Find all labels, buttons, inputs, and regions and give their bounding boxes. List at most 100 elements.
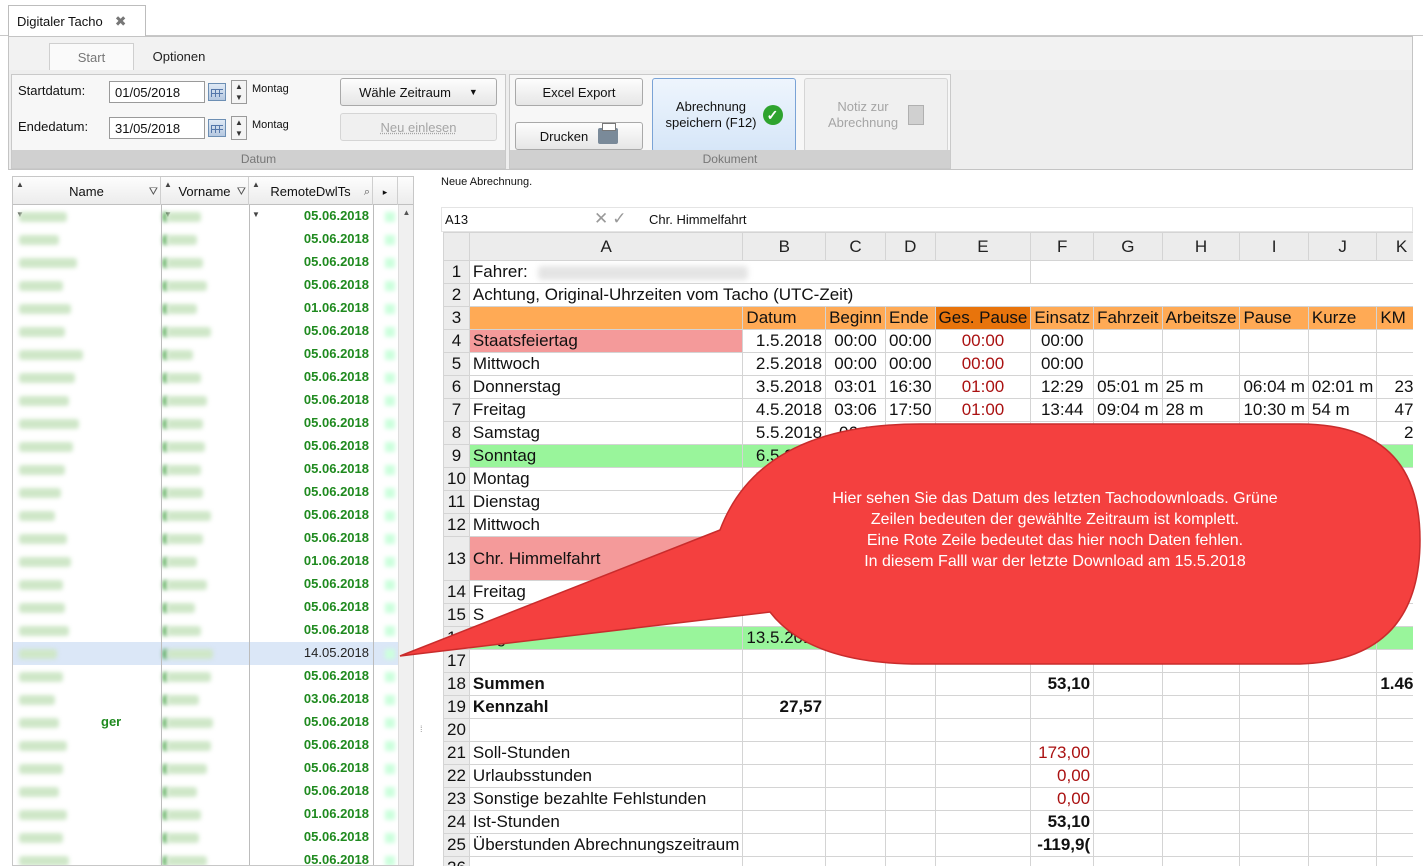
- cell[interactable]: [742, 764, 827, 788]
- cell[interactable]: [1093, 787, 1163, 811]
- choose-range-button[interactable]: Wähle Zeitraum ▼: [340, 78, 497, 106]
- cell[interactable]: [1030, 856, 1095, 866]
- cell[interactable]: Einsatz: [1030, 306, 1095, 330]
- cell[interactable]: Chr. Himmelfahrt: [468, 536, 744, 581]
- cell[interactable]: Ist-Stunden: [468, 810, 744, 834]
- row-header[interactable]: 15: [443, 603, 470, 627]
- list-item[interactable]: 05.06.2018: [13, 205, 413, 228]
- column-header-name[interactable]: ▲▼ Name ⛛: [13, 177, 161, 219]
- cell[interactable]: [1161, 603, 1241, 627]
- cell[interactable]: [825, 741, 886, 765]
- column-header-vorname[interactable]: ▲▼ Vorname ⛛: [161, 177, 249, 219]
- row-header[interactable]: 12: [443, 513, 470, 537]
- cell[interactable]: 00:00: [825, 352, 886, 376]
- cell[interactable]: [742, 580, 827, 604]
- cell[interactable]: [1093, 695, 1163, 719]
- cell[interactable]: 0: [1376, 352, 1413, 376]
- column-header[interactable]: H: [1161, 232, 1241, 261]
- cell[interactable]: [1307, 421, 1378, 445]
- cell[interactable]: [885, 856, 936, 866]
- cell[interactable]: 00:00: [934, 352, 1032, 376]
- cell[interactable]: [1161, 444, 1241, 468]
- cell[interactable]: Fahrzeit: [1093, 306, 1163, 330]
- cell[interactable]: Sonstige bezahlte Fehlstunden: [468, 787, 744, 811]
- cell[interactable]: [1030, 444, 1095, 468]
- row-header[interactable]: 13: [443, 536, 470, 581]
- cell[interactable]: [1307, 764, 1378, 788]
- column-header[interactable]: C: [825, 232, 886, 261]
- cell[interactable]: [1161, 329, 1241, 353]
- cell[interactable]: 01:00: [934, 375, 1032, 399]
- cell[interactable]: 25 m: [1161, 375, 1241, 399]
- row-header[interactable]: 16: [443, 626, 470, 650]
- cell[interactable]: Urlaubsstunden: [468, 764, 744, 788]
- cell[interactable]: 05:01 m: [1093, 375, 1163, 399]
- cell[interactable]: [468, 306, 744, 330]
- cell[interactable]: [1307, 672, 1378, 696]
- cell[interactable]: [825, 787, 886, 811]
- cell[interactable]: [1093, 580, 1163, 604]
- cell[interactable]: [1307, 718, 1378, 742]
- row-header[interactable]: 19: [443, 695, 470, 719]
- calendar-icon[interactable]: [208, 83, 226, 101]
- cell[interactable]: 1.5.2018: [742, 329, 827, 353]
- cell[interactable]: [825, 649, 886, 673]
- cell[interactable]: [1093, 672, 1163, 696]
- cell[interactable]: ntag: [468, 626, 744, 650]
- cell[interactable]: [1307, 787, 1378, 811]
- list-item[interactable]: 05.06.2018: [13, 389, 413, 412]
- cell[interactable]: [742, 810, 827, 834]
- cell[interactable]: [1161, 672, 1241, 696]
- cell[interactable]: [1030, 718, 1095, 742]
- cell[interactable]: [934, 856, 1032, 866]
- cell[interactable]: [1376, 833, 1413, 857]
- cell[interactable]: Arbeitsze: [1161, 306, 1241, 330]
- cell[interactable]: [825, 672, 886, 696]
- start-date-spinner[interactable]: ▲ ▼: [231, 80, 247, 104]
- column-header[interactable]: B: [742, 232, 827, 261]
- cell[interactable]: [1161, 421, 1241, 445]
- cell[interactable]: 06:0: [825, 421, 886, 445]
- cell[interactable]: [934, 626, 1032, 650]
- calendar-icon[interactable]: [208, 119, 226, 137]
- cell[interactable]: 27: [1376, 421, 1413, 445]
- row-header[interactable]: 2: [443, 283, 470, 307]
- cell[interactable]: [468, 856, 744, 866]
- formula-input[interactable]: Chr. Himmelfahrt: [649, 212, 747, 227]
- cell[interactable]: 13:44: [1030, 398, 1095, 422]
- cell[interactable]: [1376, 490, 1413, 514]
- cell[interactable]: Freitag: [468, 580, 744, 604]
- cell[interactable]: 4.5.2018: [742, 398, 827, 422]
- list-item[interactable]: 05.06.2018: [13, 320, 413, 343]
- list-item[interactable]: 05.06.2018: [13, 665, 413, 688]
- cell[interactable]: [825, 444, 886, 468]
- cell[interactable]: [742, 856, 827, 866]
- cell[interactable]: Datum: [742, 306, 827, 330]
- column-expand-icon[interactable]: ▸: [373, 177, 398, 205]
- cell-reference[interactable]: A13: [445, 212, 585, 227]
- cell[interactable]: [825, 695, 886, 719]
- cell[interactable]: [1239, 352, 1309, 376]
- cell[interactable]: 01:00: [934, 398, 1032, 422]
- cell[interactable]: [1161, 741, 1241, 765]
- list-item[interactable]: 14.05.2018: [13, 642, 413, 665]
- cell[interactable]: 1.464: [1376, 672, 1413, 696]
- cell[interactable]: [1093, 329, 1163, 353]
- cell[interactable]: [1030, 421, 1095, 445]
- cell[interactable]: [934, 421, 1032, 445]
- cell[interactable]: [1093, 741, 1163, 765]
- cell[interactable]: [885, 695, 936, 719]
- cell[interactable]: [1307, 580, 1378, 604]
- cell[interactable]: 54 m: [1307, 398, 1378, 422]
- cell[interactable]: Staatsfeiertag: [468, 329, 744, 353]
- row-header[interactable]: 10: [443, 467, 470, 491]
- cell[interactable]: [1307, 695, 1378, 719]
- cell[interactable]: [742, 649, 827, 673]
- row-header[interactable]: 24: [443, 810, 470, 834]
- close-icon[interactable]: ✖: [115, 13, 127, 30]
- cell[interactable]: [1093, 352, 1163, 376]
- cell[interactable]: 3.5.2018: [742, 375, 827, 399]
- filter-icon[interactable]: ⛛: [237, 177, 246, 207]
- cell[interactable]: [1093, 718, 1163, 742]
- cell[interactable]: 0,00: [1030, 787, 1095, 811]
